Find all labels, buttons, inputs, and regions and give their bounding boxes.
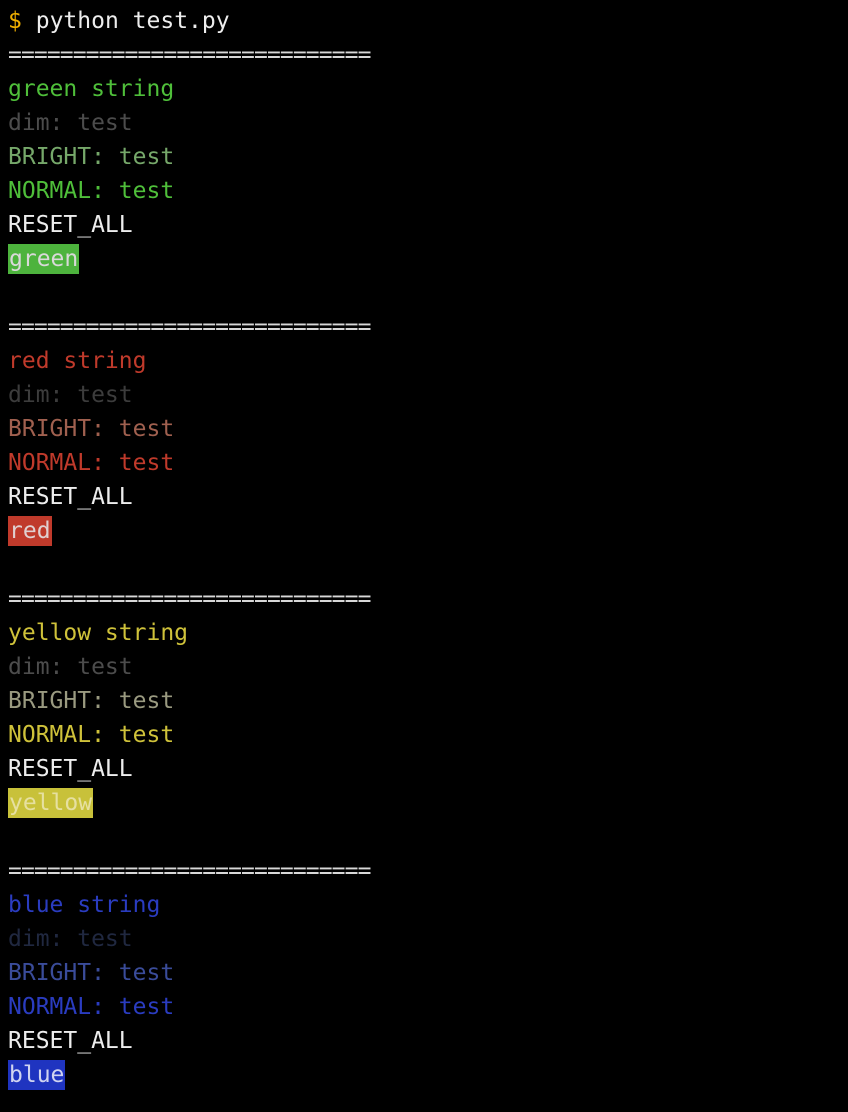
bg-line: green: [8, 242, 848, 276]
bg-line: blue: [8, 1058, 848, 1092]
bg-line: red: [8, 514, 848, 548]
separator-line: ============================: [8, 314, 371, 340]
prompt-sign: $: [8, 8, 22, 34]
dim-line: dim: test: [8, 654, 133, 680]
reset-line: RESET_ALL: [8, 212, 133, 238]
bg-label: red: [8, 516, 52, 546]
bright-line: BRIGHT: test: [8, 960, 175, 986]
prompt-line: $ python test.py: [8, 4, 848, 38]
terminal-window: $ python test.py =======================…: [0, 0, 848, 1112]
output-block-yellow: ============================ yellow stri…: [8, 582, 848, 854]
reset-line: RESET_ALL: [8, 756, 133, 782]
reset-line: RESET_ALL: [8, 1028, 133, 1054]
output-block-red: ============================ red string …: [8, 310, 848, 582]
normal-line: NORMAL: test: [8, 722, 175, 748]
normal-line: NORMAL: test: [8, 994, 175, 1020]
bright-line: BRIGHT: test: [8, 688, 175, 714]
normal-line: NORMAL: test: [8, 450, 175, 476]
bg-label: yellow: [8, 788, 94, 818]
reset-line: RESET_ALL: [8, 484, 133, 510]
separator-line: ============================: [8, 858, 371, 884]
title-line: red string: [8, 348, 147, 374]
output-block-green: ============================ green strin…: [8, 38, 848, 310]
separator-line: ============================: [8, 42, 371, 68]
title-line: green string: [8, 76, 175, 102]
output-block-blue: ============================ blue string…: [8, 854, 848, 1092]
prompt-command: python test.py: [35, 8, 230, 34]
dim-line: dim: test: [8, 382, 133, 408]
title-line: yellow string: [8, 620, 189, 646]
bg-line: yellow: [8, 786, 848, 820]
bg-label: blue: [8, 1060, 66, 1090]
bg-label: green: [8, 244, 80, 274]
separator-line: ============================: [8, 586, 371, 612]
dim-line: dim: test: [8, 926, 133, 952]
bright-line: BRIGHT: test: [8, 416, 175, 442]
title-line: blue string: [8, 892, 161, 918]
normal-line: NORMAL: test: [8, 178, 175, 204]
bright-line: BRIGHT: test: [8, 144, 175, 170]
dim-line: dim: test: [8, 110, 133, 136]
